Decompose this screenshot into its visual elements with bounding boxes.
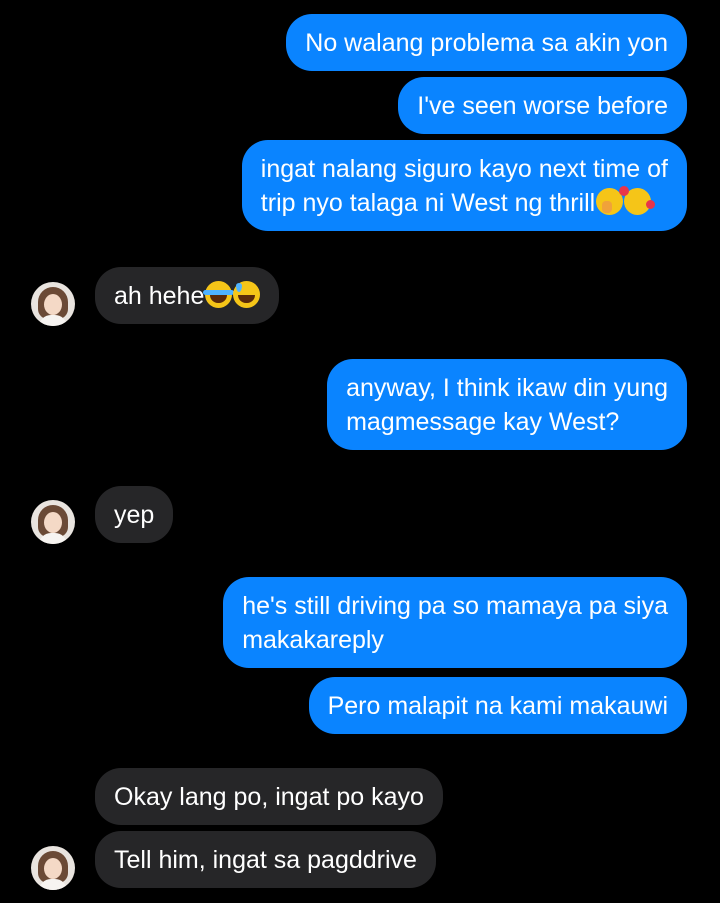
outgoing-message-bubble[interactable]: No walang problema sa akin yon [286,14,687,71]
message-text: Pero malapit na kami makauwi [327,692,668,720]
message-text: he's still driving pa so mamaya pa siya [242,592,668,620]
grinning-face-with-sweat-icon [233,281,261,308]
message-text: No walang problema sa akin yon [305,29,668,57]
message-text: anyway, I think ikaw din yung [346,374,668,402]
message-text: Okay lang po, ingat po kayo [114,783,424,811]
incoming-message-bubble[interactable]: Tell him, ingat sa pagddrive [95,831,436,888]
incoming-message-bubble[interactable]: ah hehe [95,267,280,324]
message-text: magmessage kay West? [346,408,620,436]
contact-avatar[interactable] [31,282,75,326]
contact-avatar[interactable] [31,500,75,544]
face-with-tears-of-joy-icon [203,281,235,308]
contact-avatar[interactable] [31,846,75,890]
outgoing-message-bubble[interactable]: Pero malapit na kami makauwi [308,677,687,734]
smiling-face-with-hearts-icon [619,186,656,215]
message-text: yep [114,501,155,529]
message-text: trip nyo talaga ni West ng thrill [260,189,596,217]
incoming-message-bubble[interactable]: yep [95,486,174,543]
message-text: makakareply [242,626,384,654]
outgoing-message-bubble[interactable]: ingat nalang siguro kayo next time of tr… [241,140,687,231]
message-text: ah hehe [114,282,205,310]
outgoing-message-bubble[interactable]: he's still driving pa so mamaya pa siya … [223,577,687,668]
message-text: ingat nalang siguro kayo next time of [260,155,668,183]
message-text: Tell him, ingat sa pagddrive [114,846,417,874]
outgoing-message-bubble[interactable]: anyway, I think ikaw din yung magmessage… [327,359,687,450]
message-text: I've seen worse before [417,92,668,120]
outgoing-message-bubble[interactable]: I've seen worse before [398,77,687,134]
incoming-message-bubble[interactable]: Okay lang po, ingat po kayo [95,768,443,825]
